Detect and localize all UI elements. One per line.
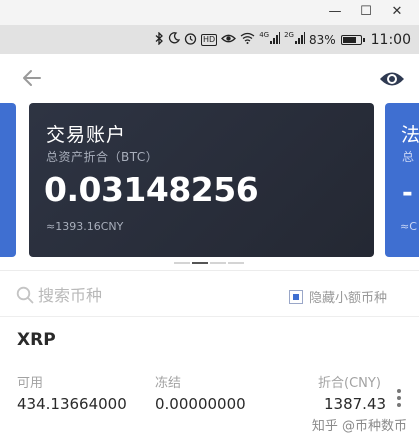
- eye-icon: [221, 33, 237, 47]
- card-title: 交易账户: [46, 124, 127, 146]
- network-4g-label: 4G: [259, 31, 270, 39]
- signal-icon: [294, 32, 305, 47]
- network-2g-label: 2G: [284, 31, 294, 39]
- equivalent-label: 折合(CNY): [318, 376, 381, 391]
- search-row: 隐藏小额币种: [0, 271, 419, 317]
- available-label: 可用: [17, 376, 44, 391]
- next-card-subtitle: 总: [402, 150, 415, 164]
- signal-icon: [270, 32, 281, 47]
- total-balance-btc: 0.03148256: [44, 170, 259, 209]
- previous-account-card[interactable]: [0, 103, 16, 257]
- trading-account-card[interactable]: 交易账户 总资产折合（BTC） 0.03148256 ≈1393.16CNY: [29, 103, 374, 257]
- more-options-icon[interactable]: [396, 389, 402, 409]
- watermark: 知乎 @币种数币: [311, 419, 407, 434]
- wifi-icon: [240, 32, 255, 47]
- app-header: [0, 54, 419, 104]
- balance-cny: ≈1393.16CNY: [46, 220, 124, 233]
- alarm-icon: [184, 32, 197, 48]
- battery-icon: [340, 34, 365, 45]
- hide-small-toggle[interactable]: 隐藏小额币种: [288, 287, 387, 306]
- next-card-title: 法: [401, 124, 419, 146]
- page-indicator-dot: [174, 262, 190, 264]
- hide-small-label: 隐藏小额币种: [308, 291, 387, 306]
- window-title-bar: — ☐ ✕: [0, 0, 419, 25]
- arrow-left-icon[interactable]: [20, 66, 44, 90]
- divider: [0, 316, 419, 317]
- eye-icon[interactable]: [379, 67, 405, 91]
- hide-small-checkbox[interactable]: [288, 289, 303, 304]
- clock-time: 11:00: [370, 31, 411, 48]
- card-subtitle: 总资产折合（BTC）: [46, 150, 159, 164]
- next-account-card[interactable]: 法 总 - ≈C: [385, 103, 419, 257]
- equivalent-value: 1387.43: [324, 395, 387, 413]
- next-card-balance: -: [402, 178, 413, 208]
- bluetooth-icon: [155, 30, 164, 48]
- status-bar: HD 4G 2G 83% 11:00: [0, 25, 419, 54]
- close-button[interactable]: ✕: [386, 2, 408, 22]
- search-input[interactable]: [38, 281, 228, 309]
- hd-icon: HD: [201, 33, 218, 46]
- coin-name[interactable]: XRP: [17, 330, 56, 350]
- search-icon: [16, 286, 34, 304]
- frozen-value: 0.00000000: [155, 395, 246, 413]
- next-card-cny: ≈C: [400, 220, 417, 233]
- page-indicator-dot: [228, 262, 244, 264]
- battery-percent: 83%: [308, 32, 336, 47]
- moon-icon: [168, 32, 181, 47]
- page-indicator-active: [192, 262, 208, 264]
- page-indicator-dot: [210, 262, 226, 264]
- minimize-button[interactable]: —: [324, 2, 346, 22]
- frozen-label: 冻结: [155, 376, 182, 391]
- maximize-button[interactable]: ☐: [355, 2, 377, 22]
- available-value: 434.13664000: [17, 395, 127, 413]
